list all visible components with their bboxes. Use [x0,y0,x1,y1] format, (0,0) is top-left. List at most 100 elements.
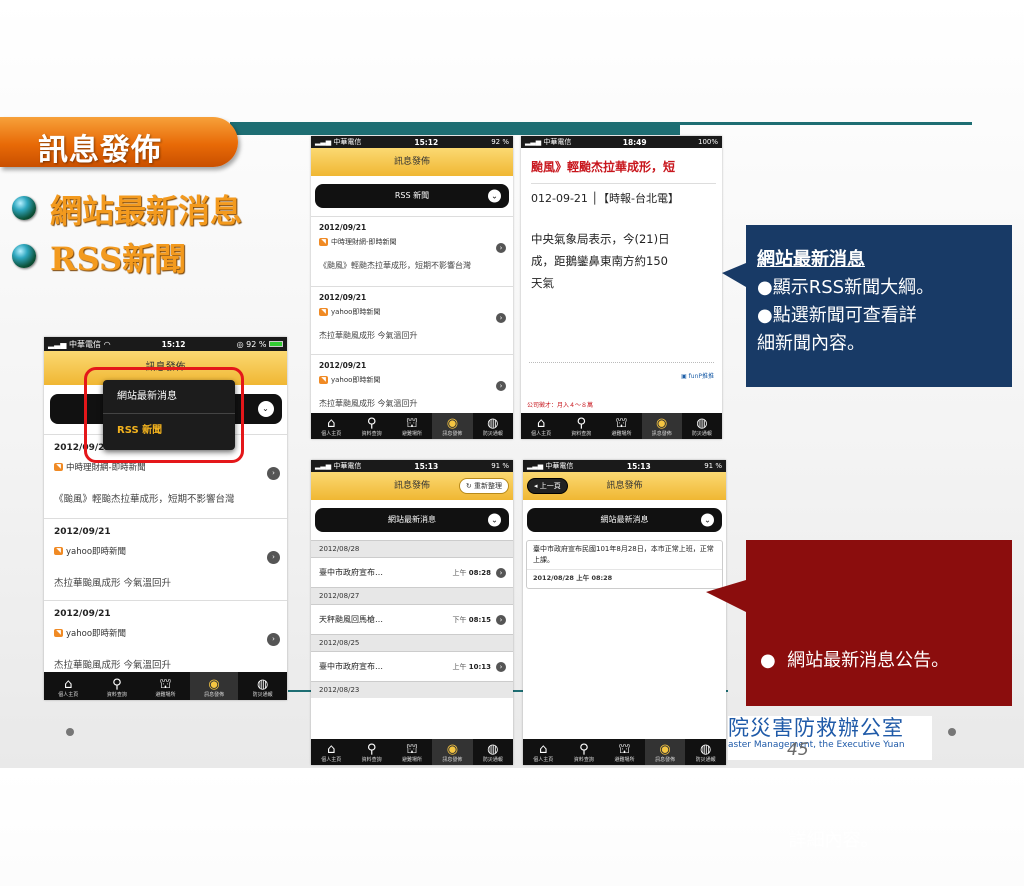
tab-shelter[interactable]: ⛫ 避難場所 [392,739,432,765]
rss-icon: ◥ [54,463,63,471]
category-dropdown[interactable]: 網站最新消息 ⌄ [527,508,722,532]
date-group-header: 2012/08/23 [311,681,513,698]
tab-report[interactable]: ◍ 防災通報 [473,413,513,439]
feed-item[interactable]: 2012/09/21 ◥ yahoo即時新聞 杰拉華颱風成形 今氣溫回升 › [44,600,287,682]
tab-search[interactable]: ⚲ 資料查詢 [351,413,391,439]
go-arrow-icon[interactable]: › [496,381,506,391]
article-body-line: 中央氣象局表示，今(21)日 [531,232,670,246]
shelter-icon: ⛫ [618,742,631,757]
home-icon: ⌂ [327,742,336,757]
nav-bar: ◂ 上一頁 訊息發佈 [523,472,726,500]
go-arrow-icon[interactable]: › [267,633,280,646]
rss-icon: ◥ [319,376,328,384]
category-dropdown[interactable]: RSS 新聞 ⌄ [315,184,509,208]
signal-icon: ▂▃▅ [48,339,67,349]
category-dropdown[interactable]: 網站最新消息 ⌄ [315,508,509,532]
phone-screenshot-news-list: ▂▃▅ 中華電信 15:13 91 % 訊息發佈 ↻ 重新整理 網站最新消息 ⌄… [311,460,513,765]
tab-report[interactable]: ◍ 防災通報 [473,739,513,765]
news-row[interactable]: 臺中市政府宣布… 上午 10:13 › [311,651,513,681]
tab-report[interactable]: ◍ 防災通報 [238,672,287,700]
share-link[interactable]: ▣ funP推推 [681,371,714,380]
callout-blue-line: ●顯示RSS新聞大綱。 [757,277,935,298]
back-button[interactable]: ◂ 上一頁 [527,478,568,494]
tab-home[interactable]: ⌂ 個人主頁 [311,739,351,765]
feed-item[interactable]: 2012/09/21 ◥ 中時理財網-即時新聞 《颱風》輕颱杰拉華成形，短期不影響… [311,216,513,286]
news-detail-text: 臺中市政府宣布民國101年8月28日，本市正常上班，正常上課。 [533,545,714,564]
go-arrow-icon[interactable]: › [267,467,280,480]
tab-messages[interactable]: ◉ 訊息發佈 [644,739,686,765]
bullet-website-news: 網站最新消息 [50,192,243,230]
bullet-rss-news: RSS新聞 [50,240,187,278]
go-arrow-icon[interactable]: › [496,243,506,253]
callout-red-line: ● 網站最新消息公告。 [760,650,950,671]
tab-search[interactable]: ⚲ 資料查詢 [351,739,391,765]
callout-blue-line: ●點選新聞可查看詳 [757,305,917,326]
person-icon: ◍ [700,742,712,757]
chat-icon: ◉ [659,742,671,757]
go-arrow-icon[interactable]: › [496,615,506,625]
signal-icon: ▂▃▅ [527,462,544,470]
tab-messages[interactable]: ◉ 訊息發佈 [432,739,473,765]
tab-bar: ⌂ 個人主頁 ⚲ 資料查詢 ⛫ 避難場所 ◉ 訊息發佈 ◍ 防災通報 [523,739,726,765]
header-bar [230,125,680,135]
refresh-button[interactable]: ↻ 重新整理 [458,478,509,494]
article-meta: 012-09-21 │【時報-台北電】 [531,183,716,206]
news-row[interactable]: 天秤颱風回馬槍… 下午 08:15 › [311,604,513,634]
tab-search[interactable]: ⚲ 資料查詢 [561,413,601,439]
tab-bar: ⌂ 個人主頁 ⚲ 資料查詢 ⛫ 避難場所 ◉ 訊息發佈 ◍ 防災通報 [311,413,513,439]
feed-item[interactable]: 2012/09/21 ◥ yahoo即時新聞 杰拉華颱風成形 今氣溫回升 › [311,286,513,354]
go-arrow-icon[interactable]: › [267,551,280,564]
search-icon: ⚲ [579,742,589,757]
go-arrow-icon[interactable]: › [496,568,506,578]
menu-item-website-news[interactable]: 網站最新消息 [103,380,235,414]
chat-icon: ◉ [446,742,459,757]
shelter-icon: ⛫ [159,677,172,692]
person-icon: ◍ [696,416,708,431]
tab-shelter[interactable]: ⛫ 避難場所 [141,672,190,700]
phone-screenshot-article: ▂▃▅ 中華電信 18:49 100% 颱風》輕颱杰拉華成形，短 012-09-… [521,136,722,439]
chat-icon: ◉ [656,416,668,431]
status-bar: ▂▃▅ 中華電信 15:13 91 % [311,460,513,472]
news-row[interactable]: 臺中市政府宣布… 上午 08:28 › [311,557,513,587]
signal-icon: ▂▃▅ [525,138,542,146]
tab-search[interactable]: ⚲ 資料查詢 [93,672,142,700]
chat-icon: ◉ [446,416,459,431]
tab-messages[interactable]: ◉ 訊息發佈 [189,672,239,700]
nav-dot-right [948,728,956,736]
tab-home[interactable]: ⌂ 個人主頁 [521,413,561,439]
home-icon: ⌂ [536,416,546,431]
dropdown-menu: 網站最新消息 RSS 新聞 [103,380,235,450]
tab-shelter[interactable]: ⛫ 避難場所 [604,739,645,765]
person-icon: ◍ [257,677,269,692]
tab-messages[interactable]: ◉ 訊息發佈 [432,413,473,439]
ad-link[interactable]: 公司徵才：月入４～８萬 [527,400,593,409]
signal-icon: ▂▃▅ [315,462,332,470]
feed-item[interactable]: 2012/09/21 ◥ yahoo即時新聞 杰拉華颱風成形 今氣溫回升 › [311,354,513,422]
tab-report[interactable]: ◍ 防災通報 [685,739,726,765]
nav-bar: 訊息發佈 [311,148,513,176]
tab-search[interactable]: ⚲ 資料查詢 [564,739,605,765]
tab-home[interactable]: ⌂ 個人主頁 [311,413,351,439]
go-arrow-icon[interactable]: › [496,313,506,323]
bullet-ball-icon [12,196,36,220]
news-timestamp: 2012/08/28 上午 08:28 [527,569,722,588]
menu-item-rss-news[interactable]: RSS 新聞 [103,414,235,448]
search-icon: ⚲ [112,677,122,692]
tab-report[interactable]: ◍ 防災通報 [682,413,722,439]
tab-bar: ⌂ 個人主頁 ⚲ 資料查詢 ⛫ 避難場所 ◉ 訊息發佈 ◍ 防災通報 [44,672,287,700]
divider [529,362,714,363]
rss-icon: ◥ [54,629,63,637]
tab-messages[interactable]: ◉ 訊息發佈 [641,413,682,439]
tab-home[interactable]: ⌂ 個人主頁 [523,739,564,765]
chevron-down-icon: ⌄ [257,401,274,417]
chevron-down-icon: ⌄ [488,189,501,203]
slide-title: 訊息發佈 [0,117,238,168]
go-arrow-icon[interactable]: › [496,662,506,672]
tab-shelter[interactable]: ⛫ 避難場所 [601,413,641,439]
article-body-line: 天氣 [531,276,554,290]
callout-blue-line: 細新聞內容。 [757,333,865,354]
home-icon: ⌂ [539,742,548,757]
tab-shelter[interactable]: ⛫ 避難場所 [392,413,432,439]
feed-item[interactable]: 2012/09/21 ◥ yahoo即時新聞 杰拉華颱風成形 今氣溫回升 › [44,518,287,600]
tab-home[interactable]: ⌂ 個人主頁 [44,672,93,700]
